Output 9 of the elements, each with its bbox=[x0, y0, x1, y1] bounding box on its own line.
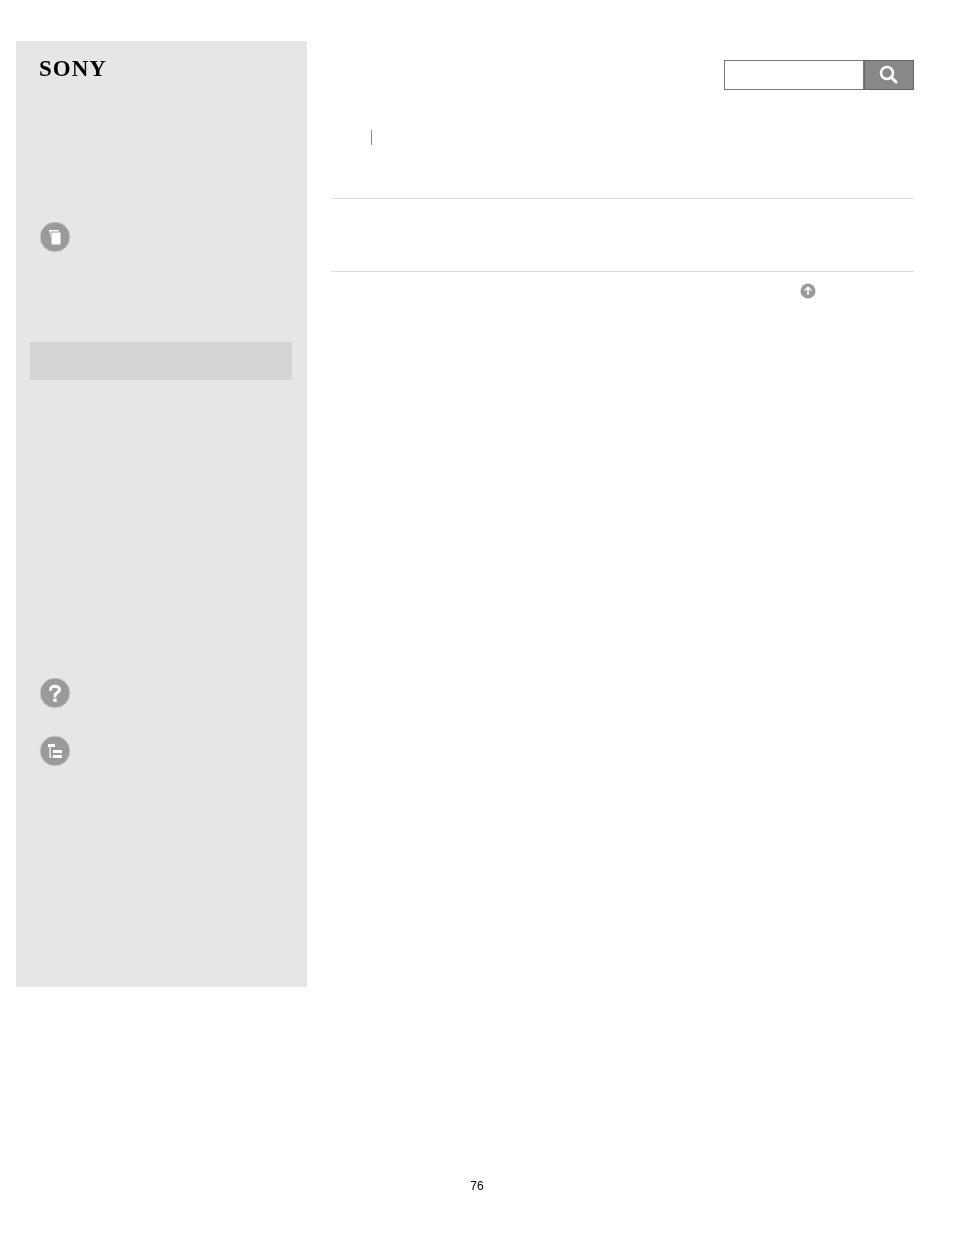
search-icon bbox=[879, 65, 899, 85]
page-number: 76 bbox=[470, 1178, 484, 1195]
sony-logo[interactable]: SONY bbox=[39, 56, 107, 81]
search-button[interactable] bbox=[864, 60, 914, 90]
tree-icon[interactable] bbox=[39, 735, 71, 767]
book-icon[interactable] bbox=[39, 221, 71, 253]
help-icon[interactable] bbox=[39, 677, 71, 709]
search-field[interactable] bbox=[724, 60, 864, 90]
back-to-top-icon[interactable] bbox=[800, 283, 816, 299]
